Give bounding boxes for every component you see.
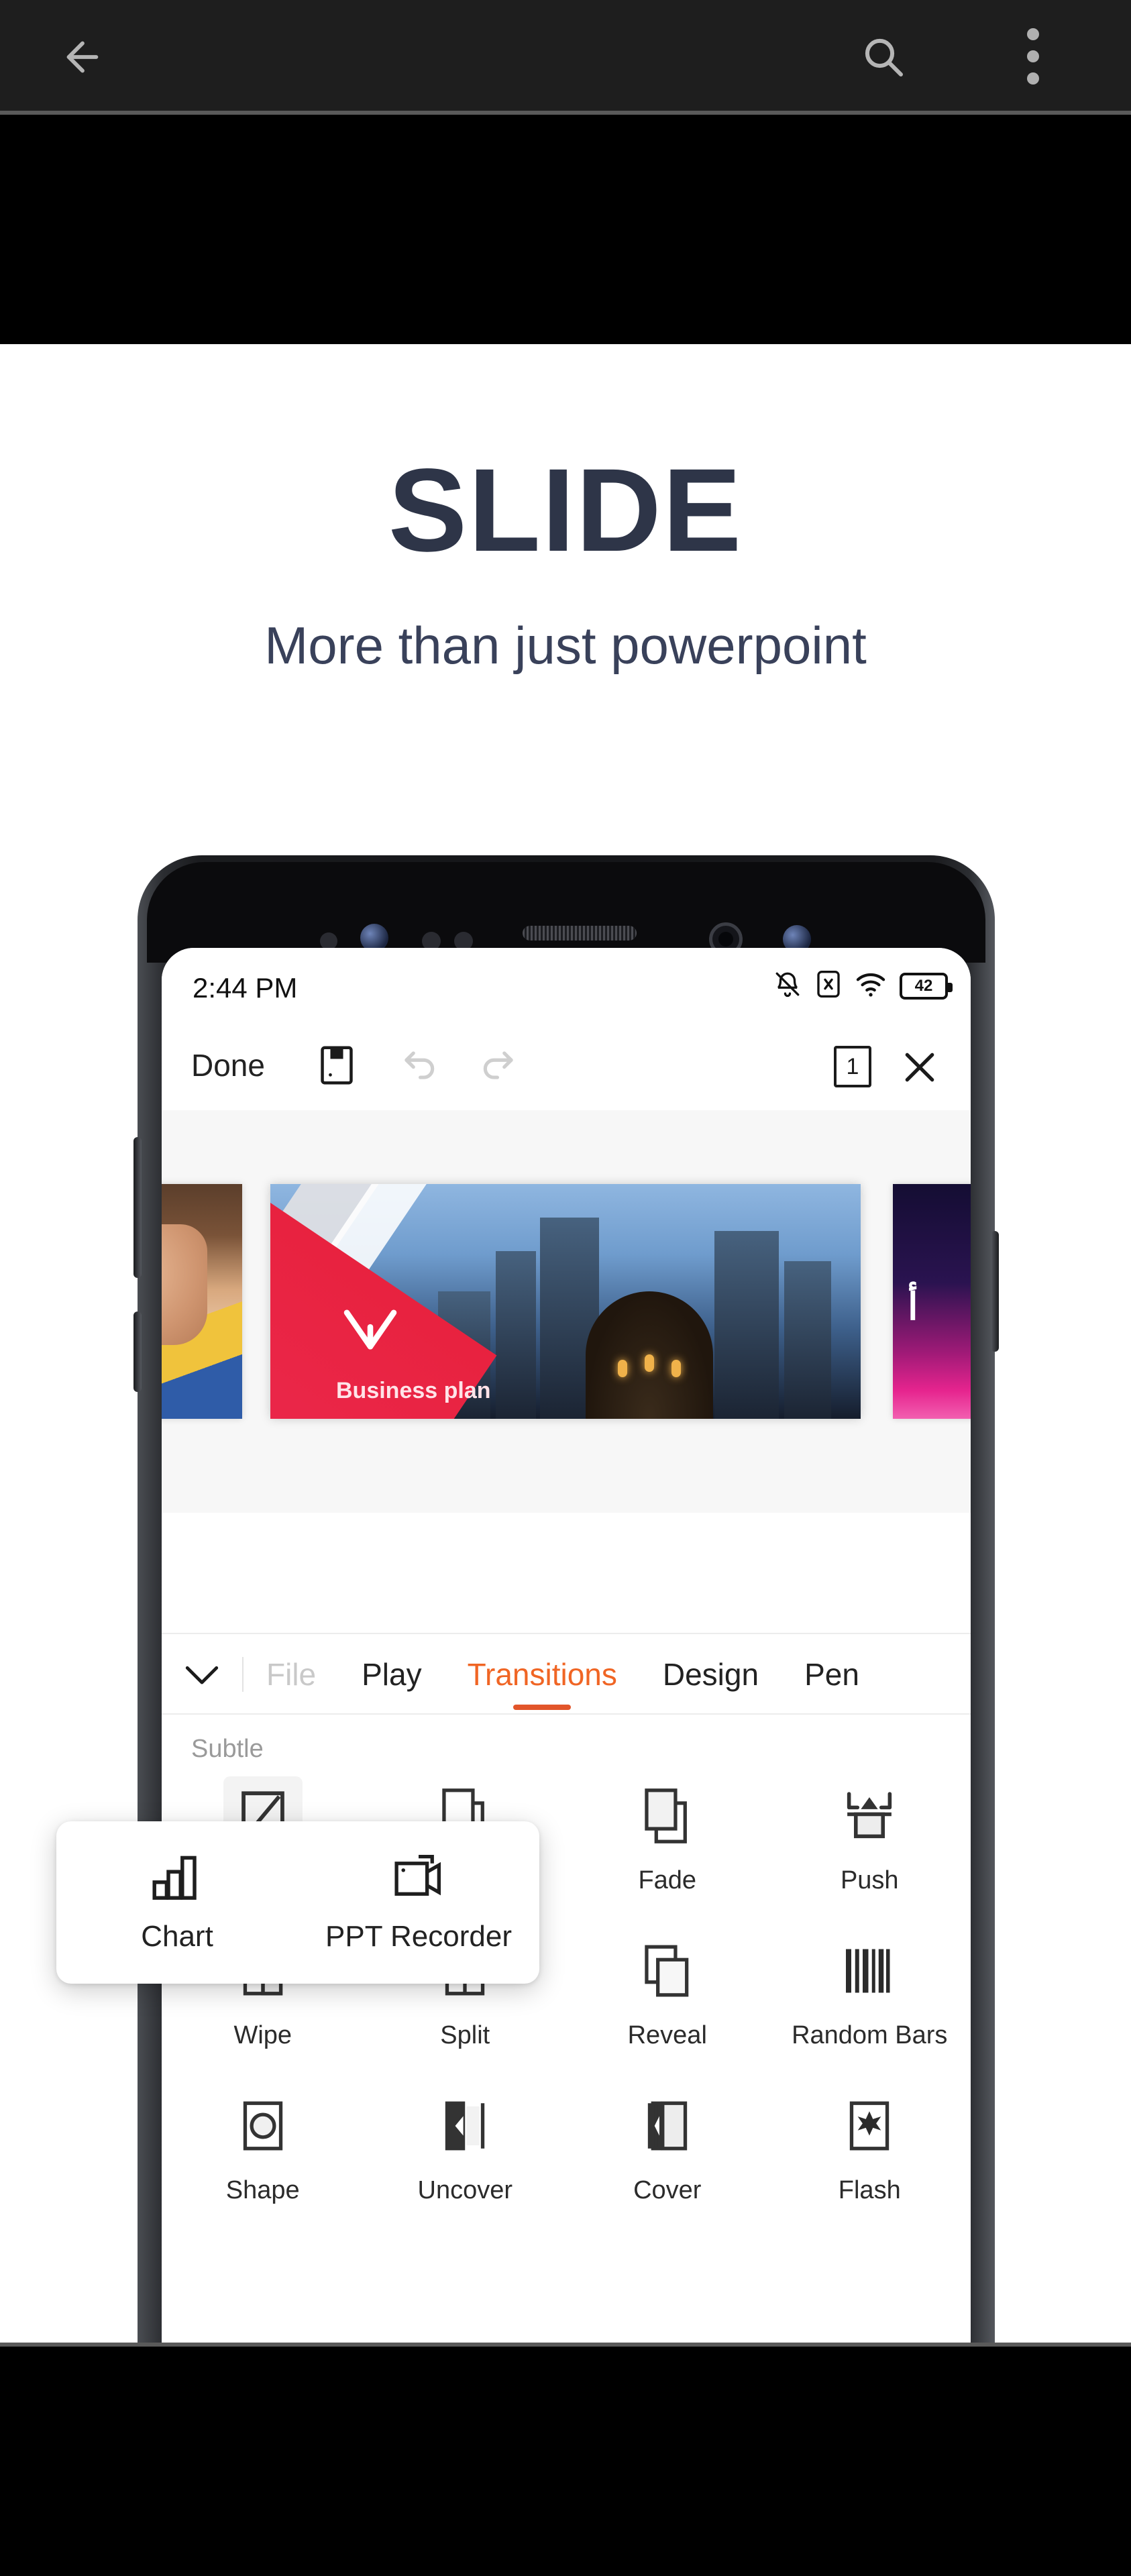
- tab-design[interactable]: Design: [640, 1633, 782, 1715]
- cover-icon: [628, 2086, 707, 2165]
- transition-uncover[interactable]: Uncover: [364, 2086, 567, 2205]
- earpiece-speaker: [523, 926, 637, 941]
- flash-icon: [830, 2086, 909, 2165]
- transitions-group-label: Subtle: [191, 1735, 264, 1763]
- reveal-icon: [628, 1931, 707, 2010]
- transition-reveal[interactable]: Reveal: [566, 1931, 769, 2050]
- tab-file[interactable]: File: [244, 1633, 339, 1715]
- transition-label: Wipe: [233, 2021, 292, 2049]
- power-button[interactable]: [991, 1231, 999, 1352]
- card-bottom-divider: [0, 2343, 1131, 2347]
- slide-next-caption: أ: [908, 1285, 918, 1328]
- overflow-menu-icon[interactable]: [1026, 28, 1040, 85]
- save-disk-icon[interactable]: [317, 1044, 356, 1089]
- popup-item-chart[interactable]: Chart: [56, 1821, 298, 1984]
- slide-thumbnail-current[interactable]: Business plan: [270, 1184, 861, 1419]
- transition-shape[interactable]: Shape: [162, 2086, 364, 2205]
- transition-label: Fade: [638, 1866, 697, 1894]
- transition-cover[interactable]: Cover: [566, 2086, 769, 2205]
- back-arrow-icon[interactable]: [59, 34, 106, 80]
- transition-flash[interactable]: Flash: [769, 2086, 971, 2205]
- uncover-icon: [425, 2086, 504, 2165]
- transition-label: Random Bars: [792, 2021, 948, 2049]
- chevron-down-icon[interactable]: [162, 1661, 242, 1688]
- slide-thumbnail-previous[interactable]: [162, 1184, 242, 1419]
- volume-button[interactable]: [133, 1137, 142, 1278]
- popup-item-ppt-recorder[interactable]: PPT Recorder: [298, 1821, 539, 1984]
- tab-play[interactable]: Play: [339, 1633, 444, 1715]
- tab-transitions[interactable]: Transitions: [445, 1633, 640, 1715]
- app-bar-divider: [0, 111, 1131, 115]
- page-subtitle: More than just powerpoint: [264, 616, 867, 675]
- transition-random-bars[interactable]: Random Bars: [769, 1931, 971, 2050]
- editor-toolbar: Done 1: [162, 1023, 971, 1110]
- transition-label: Shape: [225, 2176, 300, 2204]
- status-time: 2:44 PM: [193, 972, 298, 1004]
- transition-label: Flash: [838, 2176, 901, 2204]
- tab-pen[interactable]: Pen: [782, 1633, 882, 1715]
- phone-screen: 2:44 PM 42 Done 1 Business plan أ File P…: [162, 948, 971, 2347]
- transitions-panel: Subtle None: [162, 1715, 971, 2347]
- transition-fade[interactable]: Fade: [566, 1776, 769, 1895]
- wps-w-logo: [341, 1306, 399, 1353]
- slide-canvas[interactable]: Business plan أ: [162, 1110, 971, 1513]
- transition-label: Uncover: [417, 2176, 513, 2204]
- page-title: SLIDE: [388, 445, 743, 576]
- battery-level: 42: [914, 976, 933, 995]
- shape-icon: [223, 2086, 303, 2165]
- random-bars-icon: [830, 1931, 909, 2010]
- screenshot-root: SLIDE More than just powerpoint 2:44 PM …: [0, 0, 1131, 2576]
- close-icon[interactable]: [898, 1046, 941, 1092]
- popup-item-label: Chart: [141, 1919, 213, 1953]
- status-bar: 2:44 PM 42: [162, 948, 971, 1023]
- done-button[interactable]: Done: [191, 1047, 265, 1083]
- content-card: SLIDE More than just powerpoint 2:44 PM …: [0, 344, 1131, 2347]
- sim-x-icon: [815, 969, 842, 1002]
- slide-carousel[interactable]: Business plan أ: [162, 1184, 971, 1419]
- transition-label: Cover: [633, 2176, 702, 2204]
- mute-bell-icon: [773, 970, 802, 1002]
- push-icon: [830, 1776, 909, 1856]
- insert-popup-menu: Chart PPT Recorder: [56, 1821, 539, 1984]
- fade-icon: [628, 1776, 707, 1856]
- slide-caption: Business plan: [336, 1378, 491, 1403]
- overflow-dot: [1027, 50, 1039, 62]
- popup-item-label: PPT Recorder: [325, 1919, 512, 1953]
- phone-mockup: 2:44 PM 42 Done 1 Business plan أ File P…: [133, 855, 999, 2347]
- bar-chart-icon: [151, 1852, 203, 1905]
- transition-label: Reveal: [627, 2021, 707, 2049]
- slide-photo-dome: [586, 1291, 713, 1419]
- transition-label: Push: [840, 1866, 899, 1894]
- overflow-dot: [1027, 72, 1039, 85]
- search-icon[interactable]: [859, 32, 907, 80]
- transition-label: Split: [440, 2021, 490, 2049]
- overflow-dot: [1027, 28, 1039, 40]
- video-camera-icon: [390, 1852, 447, 1905]
- undo-icon[interactable]: [398, 1044, 439, 1089]
- app-bar: [0, 0, 1131, 111]
- ribbon-tab-bar: File Play Transitions Design Pen: [162, 1633, 971, 1715]
- slide-thumbnail-next[interactable]: أ: [893, 1184, 971, 1419]
- transition-push[interactable]: Push: [769, 1776, 971, 1895]
- wifi-icon: [855, 970, 886, 1002]
- slide-photo-hand: [162, 1224, 207, 1345]
- battery-icon: 42: [900, 972, 953, 1000]
- slide-number-badge[interactable]: 1: [834, 1046, 871, 1087]
- bixby-button[interactable]: [133, 1311, 142, 1392]
- status-icon-group: 42: [773, 969, 953, 1002]
- redo-icon[interactable]: [478, 1044, 520, 1089]
